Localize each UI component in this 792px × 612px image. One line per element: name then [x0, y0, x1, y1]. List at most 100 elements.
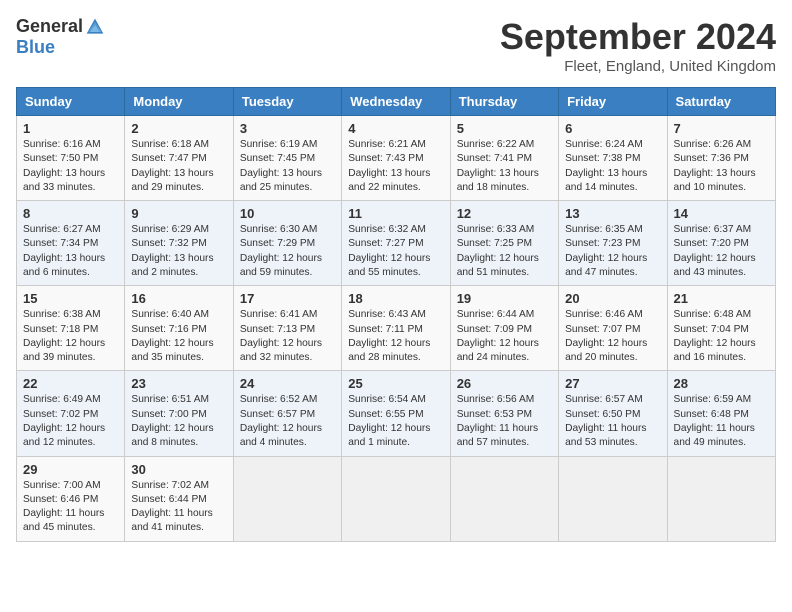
day-header-friday: Friday: [559, 88, 667, 116]
day-info-line: Sunrise: 6:19 AM: [240, 138, 335, 152]
day-header-wednesday: Wednesday: [342, 88, 450, 116]
calendar-cell: 19Sunrise: 6:44 AMSunset: 7:09 PMDayligh…: [450, 286, 558, 371]
day-info-line: and 25 minutes.: [240, 181, 335, 195]
day-info-line: and 6 minutes.: [23, 266, 118, 280]
day-info-line: Sunset: 7:36 PM: [674, 152, 769, 166]
day-info-line: Daylight: 11 hours: [131, 507, 226, 521]
calendar-cell: 4Sunrise: 6:21 AMSunset: 7:43 PMDaylight…: [342, 116, 450, 201]
month-title: September 2024: [500, 16, 776, 58]
day-number: 29: [23, 462, 118, 477]
day-info-line: Sunset: 7:20 PM: [674, 237, 769, 251]
day-info-line: and 33 minutes.: [23, 181, 118, 195]
calendar-cell: [450, 456, 558, 541]
calendar-cell: 27Sunrise: 6:57 AMSunset: 6:50 PMDayligh…: [559, 371, 667, 456]
day-info-line: Daylight: 12 hours: [565, 252, 660, 266]
logo-blue-text: Blue: [16, 37, 55, 58]
day-info-line: Sunset: 6:53 PM: [457, 408, 552, 422]
calendar-cell: 21Sunrise: 6:48 AMSunset: 7:04 PMDayligh…: [667, 286, 775, 371]
day-number: 6: [565, 121, 660, 136]
logo-icon: [85, 17, 105, 37]
day-info-line: Sunrise: 6:49 AM: [23, 393, 118, 407]
calendar-cell: [233, 456, 341, 541]
day-info-line: Daylight: 12 hours: [565, 337, 660, 351]
day-info-line: and 28 minutes.: [348, 351, 443, 365]
day-header-monday: Monday: [125, 88, 233, 116]
calendar-cell: 16Sunrise: 6:40 AMSunset: 7:16 PMDayligh…: [125, 286, 233, 371]
day-number: 15: [23, 291, 118, 306]
day-info-line: and 4 minutes.: [240, 436, 335, 450]
day-info-line: Sunrise: 6:52 AM: [240, 393, 335, 407]
calendar-cell: 23Sunrise: 6:51 AMSunset: 7:00 PMDayligh…: [125, 371, 233, 456]
day-header-tuesday: Tuesday: [233, 88, 341, 116]
day-number: 26: [457, 376, 552, 391]
day-info-line: Sunrise: 6:57 AM: [565, 393, 660, 407]
day-number: 10: [240, 206, 335, 221]
day-number: 9: [131, 206, 226, 221]
day-content: Sunrise: 6:44 AMSunset: 7:09 PMDaylight:…: [457, 308, 552, 365]
calendar-cell: 1Sunrise: 6:16 AMSunset: 7:50 PMDaylight…: [17, 116, 125, 201]
day-content: Sunrise: 6:18 AMSunset: 7:47 PMDaylight:…: [131, 138, 226, 195]
calendar-cell: 13Sunrise: 6:35 AMSunset: 7:23 PMDayligh…: [559, 201, 667, 286]
location: Fleet, England, United Kingdom: [500, 58, 776, 75]
day-info-line: Sunrise: 6:21 AM: [348, 138, 443, 152]
day-info-line: Daylight: 11 hours: [457, 422, 552, 436]
day-content: Sunrise: 7:02 AMSunset: 6:44 PMDaylight:…: [131, 479, 226, 536]
day-number: 5: [457, 121, 552, 136]
day-info-line: Daylight: 13 hours: [23, 167, 118, 181]
day-info-line: Sunrise: 6:44 AM: [457, 308, 552, 322]
logo: General Blue: [16, 16, 105, 58]
day-info-line: and 8 minutes.: [131, 436, 226, 450]
day-content: Sunrise: 6:38 AMSunset: 7:18 PMDaylight:…: [23, 308, 118, 365]
calendar-cell: 25Sunrise: 6:54 AMSunset: 6:55 PMDayligh…: [342, 371, 450, 456]
day-info-line: Sunset: 7:07 PM: [565, 323, 660, 337]
day-number: 23: [131, 376, 226, 391]
day-content: Sunrise: 6:52 AMSunset: 6:57 PMDaylight:…: [240, 393, 335, 450]
day-info-line: Sunrise: 6:37 AM: [674, 223, 769, 237]
day-info-line: Sunset: 7:27 PM: [348, 237, 443, 251]
day-info-line: Sunrise: 6:59 AM: [674, 393, 769, 407]
title-area: September 2024 Fleet, England, United Ki…: [500, 16, 776, 75]
day-content: Sunrise: 6:26 AMSunset: 7:36 PMDaylight:…: [674, 138, 769, 195]
day-info-line: and 24 minutes.: [457, 351, 552, 365]
day-info-line: Daylight: 12 hours: [674, 337, 769, 351]
day-content: Sunrise: 6:54 AMSunset: 6:55 PMDaylight:…: [348, 393, 443, 450]
calendar-cell: 10 Sunrise: 6:30 AMSunset: 7:29 PMDayligh…: [233, 201, 341, 286]
calendar-week-row: 15 Sunrise: 6:38 AMSunset: 7:18 PMDayligh…: [17, 286, 776, 371]
day-content: Sunrise: 6:19 AMSunset: 7:45 PMDaylight:…: [240, 138, 335, 195]
day-info-line: Daylight: 13 hours: [131, 167, 226, 181]
calendar-cell: 8Sunrise: 6:27 AMSunset: 7:34 PMDaylight…: [17, 201, 125, 286]
day-info-line: Daylight: 13 hours: [674, 167, 769, 181]
day-info-line: Sunrise: 6:43 AM: [348, 308, 443, 322]
day-info-line: and 53 minutes.: [565, 436, 660, 450]
day-info-line: Sunrise: 6:18 AM: [131, 138, 226, 152]
day-info-line: Daylight: 12 hours: [674, 252, 769, 266]
day-number: 18: [348, 291, 443, 306]
day-number: 21: [674, 291, 769, 306]
day-info-line: and 16 minutes.: [674, 351, 769, 365]
day-content: Sunrise: 6:33 AMSunset: 7:25 PMDaylight:…: [457, 223, 552, 280]
day-info-line: and 43 minutes.: [674, 266, 769, 280]
day-info-line: Sunrise: 7:02 AM: [131, 479, 226, 493]
day-number: 22: [23, 376, 118, 391]
day-info-line: Sunset: 7:23 PM: [565, 237, 660, 251]
day-info-line: Sunrise: 6:26 AM: [674, 138, 769, 152]
day-info-line: Daylight: 13 hours: [457, 167, 552, 181]
calendar-cell: 30Sunrise: 7:02 AMSunset: 6:44 PMDayligh…: [125, 456, 233, 541]
day-info-line: Sunset: 6:44 PM: [131, 493, 226, 507]
day-info-line: Sunrise: 6:56 AM: [457, 393, 552, 407]
day-info-line: Sunrise: 6:30 AM: [240, 223, 335, 237]
day-info-line: Daylight: 12 hours: [240, 422, 335, 436]
day-info-line: and 12 minutes.: [23, 436, 118, 450]
day-info-line: Daylight: 11 hours: [565, 422, 660, 436]
day-content: Sunrise: 6:30 AMSunset: 7:29 PMDaylight:…: [240, 223, 335, 280]
calendar-cell: 5Sunrise: 6:22 AMSunset: 7:41 PMDaylight…: [450, 116, 558, 201]
calendar-cell: 29Sunrise: 7:00 AMSunset: 6:46 PMDayligh…: [17, 456, 125, 541]
day-info-line: Sunset: 7:34 PM: [23, 237, 118, 251]
day-info-line: Sunset: 7:11 PM: [348, 323, 443, 337]
page-header: General Blue September 2024 Fleet, Engla…: [16, 16, 776, 75]
day-info-line: and 59 minutes.: [240, 266, 335, 280]
day-info-line: Sunset: 7:45 PM: [240, 152, 335, 166]
calendar-cell: 2Sunrise: 6:18 AMSunset: 7:47 PMDaylight…: [125, 116, 233, 201]
day-content: Sunrise: 6:37 AMSunset: 7:20 PMDaylight:…: [674, 223, 769, 280]
day-content: Sunrise: 6:43 AMSunset: 7:11 PMDaylight:…: [348, 308, 443, 365]
